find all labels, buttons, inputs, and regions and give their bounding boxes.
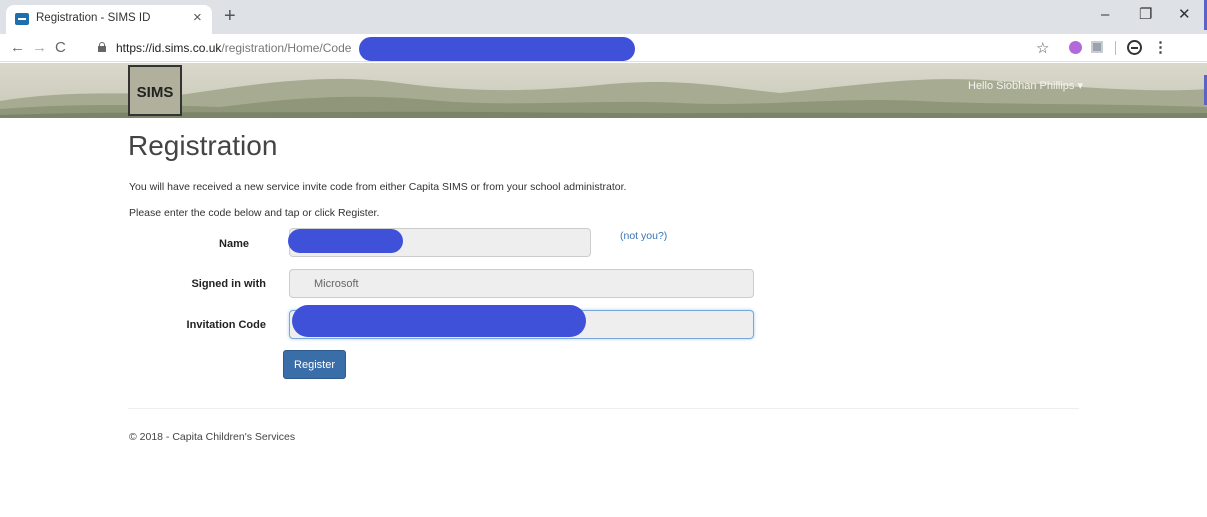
back-icon[interactable]: ← <box>10 39 25 57</box>
extension-icon[interactable] <box>1069 41 1082 54</box>
restore-icon[interactable]: ❐ <box>1139 6 1152 24</box>
signed-in-field: Microsoft <box>289 269 754 298</box>
not-you-link[interactable]: (not you?) <box>620 230 667 242</box>
footer-copyright: © 2018 - Capita Children's Services <box>129 431 296 443</box>
logo-text: SIMS <box>136 84 174 101</box>
reload-icon[interactable]: C <box>55 39 66 57</box>
menu-icon[interactable]: ⋮ <box>1153 38 1168 56</box>
name-redaction <box>288 229 403 253</box>
page-title: Registration <box>128 130 278 161</box>
invitation-code-redaction <box>292 305 586 337</box>
tab-title: Registration - SIMS ID <box>36 12 151 24</box>
site-banner: SIMS Hello Siobhan Phillips ▾ <box>0 63 1207 118</box>
url-text[interactable]: https://id.sims.co.uk/registration/Home/… <box>116 41 351 55</box>
tab-close-icon[interactable]: × <box>193 9 202 27</box>
intro-text: You will have received a new service inv… <box>129 181 627 193</box>
sims-favicon-icon <box>15 13 29 25</box>
lock-icon[interactable] <box>98 42 106 52</box>
browser-tabstrip: Registration - SIMS ID × + – ❐ ✕ <box>0 0 1207 34</box>
name-label: Name <box>219 238 249 250</box>
star-icon[interactable]: ☆ <box>1036 39 1049 57</box>
user-menu[interactable]: Hello Siobhan Phillips ▾ <box>968 79 1083 92</box>
url-host: https://id.sims.co.uk <box>116 41 222 55</box>
url-redaction <box>359 37 635 61</box>
new-tab-icon[interactable]: + <box>224 6 236 26</box>
extension-icon[interactable] <box>1091 41 1103 53</box>
invitation-code-label: Invitation Code <box>186 319 266 331</box>
instruction-text: Please enter the code below and tap or c… <box>129 207 380 219</box>
browser-tab[interactable]: Registration - SIMS ID × <box>6 5 212 34</box>
signed-in-label: Signed in with <box>191 278 266 290</box>
footer-divider <box>128 408 1079 409</box>
sims-logo[interactable]: SIMS <box>128 65 182 116</box>
forward-icon[interactable]: → <box>32 39 47 57</box>
toolbar-divider <box>1115 41 1116 55</box>
minimize-icon[interactable]: – <box>1101 6 1109 24</box>
url-path: /registration/Home/Code <box>221 41 352 55</box>
profile-icon[interactable] <box>1127 40 1142 55</box>
address-bar[interactable]: https://id.sims.co.uk/registration/Home/… <box>88 37 1191 61</box>
browser-toolbar: ← → C https://id.sims.co.uk/registration… <box>0 34 1207 62</box>
register-button[interactable]: Register <box>283 350 346 379</box>
window-close-icon[interactable]: ✕ <box>1178 6 1191 24</box>
